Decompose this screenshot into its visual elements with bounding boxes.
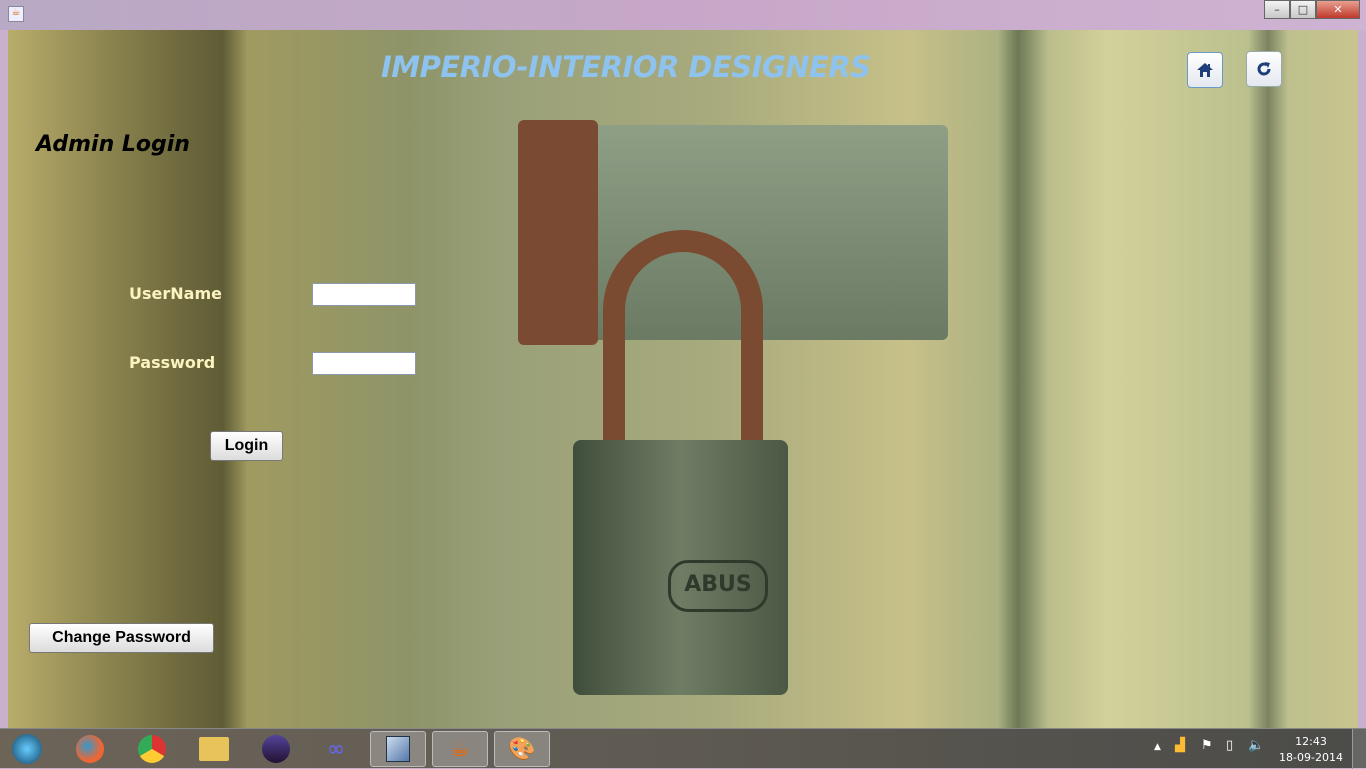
taskbar-virtualbox[interactable]: [370, 731, 426, 767]
java-icon: ☕: [450, 736, 470, 762]
password-label: Password: [129, 353, 216, 372]
cube-icon: [386, 736, 410, 762]
taskbar-explorer[interactable]: [186, 731, 242, 767]
taskbar-chrome[interactable]: [124, 731, 180, 767]
start-button[interactable]: [0, 731, 54, 767]
volume-icon[interactable]: 🔈: [1248, 738, 1264, 753]
page-title: IMPERIO-INTERIOR DESIGNERS: [381, 50, 871, 84]
window-title-bar[interactable]: ☕ – □ ✕: [0, 0, 1366, 30]
home-icon: [1197, 63, 1213, 77]
firefox-icon: [76, 735, 104, 763]
change-password-button[interactable]: Change Password: [29, 623, 214, 653]
action-center-flag-icon[interactable]: ⚑: [1201, 738, 1213, 753]
taskbar: ∞ ☕ 🎨 ▲ ▟ ⚑ ▯ 🔈 12:43 18-09-2014: [0, 728, 1366, 769]
maximize-button[interactable]: □: [1290, 0, 1316, 19]
clock-time: 12:43: [1295, 735, 1327, 748]
username-label: UserName: [129, 284, 222, 303]
background-hasp-plate: [518, 120, 598, 345]
eclipse-icon: [262, 735, 290, 763]
windows-logo-icon: [12, 734, 42, 764]
battery-icon[interactable]: ▯: [1226, 738, 1233, 753]
show-desktop-button[interactable]: [1352, 729, 1366, 769]
close-button[interactable]: ✕: [1316, 0, 1360, 19]
taskbar-infinity-app[interactable]: ∞: [308, 731, 364, 767]
password-input[interactable]: [312, 352, 416, 375]
home-button[interactable]: [1187, 52, 1223, 88]
username-input[interactable]: [312, 283, 416, 306]
login-button[interactable]: Login: [210, 431, 283, 461]
infinity-icon: ∞: [326, 736, 346, 762]
taskbar-firefox[interactable]: [62, 731, 118, 767]
refresh-button[interactable]: [1246, 51, 1282, 87]
padlock-brand: ABUS: [668, 560, 768, 612]
chrome-icon: [138, 735, 166, 763]
network-icon[interactable]: ▟: [1175, 738, 1185, 753]
paint-palette-icon: 🎨: [508, 736, 536, 762]
show-hidden-icons-button[interactable]: ▲: [1154, 742, 1161, 752]
admin-login-heading: Admin Login: [36, 132, 190, 157]
folder-icon: [199, 737, 229, 761]
taskbar-eclipse[interactable]: [248, 731, 304, 767]
java-app-icon: ☕: [8, 6, 24, 22]
refresh-icon: [1257, 62, 1271, 76]
clock-date: 18-09-2014: [1279, 751, 1343, 764]
minimize-button[interactable]: –: [1264, 0, 1290, 19]
login-panel: ABUS IMPERIO-INTERIOR DESIGNERS Admin Lo…: [8, 30, 1358, 728]
taskbar-paint[interactable]: 🎨: [494, 731, 550, 767]
taskbar-java-app[interactable]: ☕: [432, 731, 488, 767]
clock[interactable]: 12:43 18-09-2014: [1276, 734, 1346, 766]
